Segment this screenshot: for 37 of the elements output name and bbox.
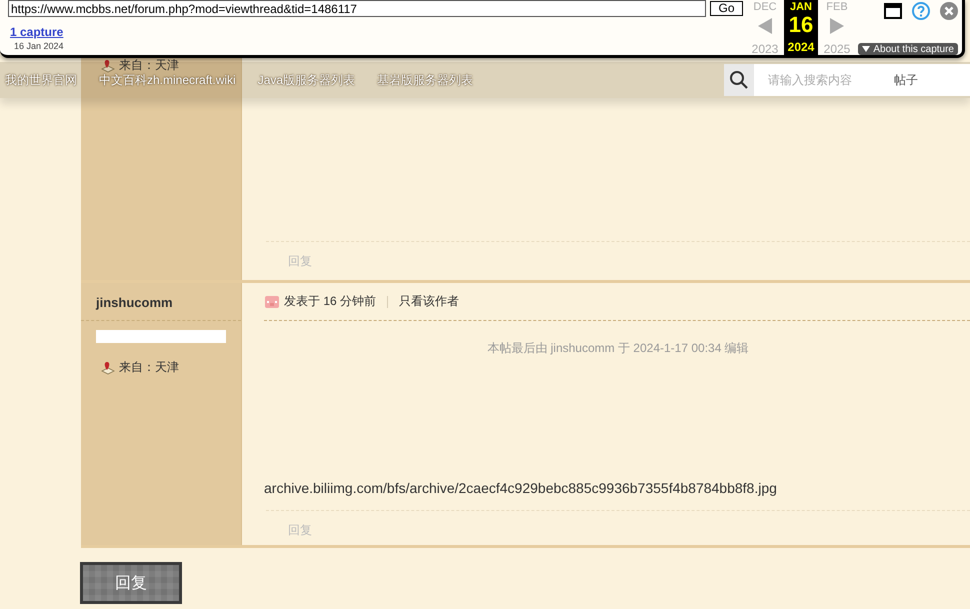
nav-link[interactable]: Java版服务器列表 bbox=[258, 72, 356, 88]
post-time: 发表于 16 分钟前 bbox=[284, 293, 376, 310]
pig-face-icon bbox=[264, 294, 280, 310]
edit-note: 本帖最后由 jinshucomm 于 2024-1-17 00:34 编辑 bbox=[486, 340, 750, 357]
window-icon[interactable] bbox=[884, 2, 902, 20]
location-label: 来自：天津 bbox=[119, 359, 179, 376]
capture-date: 16 Jan 2024 bbox=[14, 41, 65, 51]
previous-arrow-icon[interactable] bbox=[758, 18, 772, 34]
close-icon[interactable] bbox=[940, 2, 958, 20]
search-scope[interactable]: 帖子 bbox=[894, 64, 970, 96]
help-icon[interactable] bbox=[912, 2, 930, 20]
go-button[interactable]: Go bbox=[710, 1, 743, 16]
nav-link[interactable]: 中文百科zh.minecraft.wiki bbox=[99, 72, 236, 88]
about-capture-button[interactable]: About this capture bbox=[858, 43, 958, 55]
reply-link[interactable]: 回复 bbox=[288, 253, 970, 270]
month-link[interactable]: DEC bbox=[753, 1, 777, 13]
nav-link[interactable]: 我的世界官网 bbox=[5, 72, 77, 88]
location-pin-icon bbox=[101, 360, 115, 374]
year-link[interactable]: 2023 bbox=[752, 42, 778, 56]
reply-link[interactable]: 回复 bbox=[288, 522, 970, 539]
search-field[interactable]: 请输入搜索内容 bbox=[754, 64, 894, 96]
reply-button[interactable]: 回复 bbox=[80, 562, 182, 604]
location-pin-icon bbox=[101, 58, 115, 72]
nav-link[interactable]: 基岩版服务器列表 bbox=[377, 72, 474, 88]
location-label: 来自：天津 bbox=[119, 57, 179, 74]
author-only-link[interactable]: 只看该作者 bbox=[399, 293, 460, 310]
year-link[interactable]: 2025 bbox=[824, 42, 850, 56]
caret-icon bbox=[862, 46, 870, 52]
next-arrow-icon[interactable] bbox=[830, 18, 844, 34]
selected-month[interactable]: JAN 16 2024 bbox=[784, 0, 818, 55]
search-icon[interactable] bbox=[724, 64, 754, 96]
post-body: archive.biliimg.com/bfs/archive/2caecf4c929bebc885c9936b7355f4b8784bb8f8.jpg bbox=[264, 480, 778, 496]
author-name[interactable]: jinshucomm bbox=[81, 283, 241, 321]
captures-link[interactable]: 1 capture bbox=[10, 25, 64, 39]
url-field[interactable]: https://www.mcbbs.net/forum.php?mod=viewthread&tid=1486117 bbox=[8, 0, 706, 17]
about-label: About this capture bbox=[873, 44, 954, 54]
month-link[interactable]: FEB bbox=[826, 1, 848, 13]
